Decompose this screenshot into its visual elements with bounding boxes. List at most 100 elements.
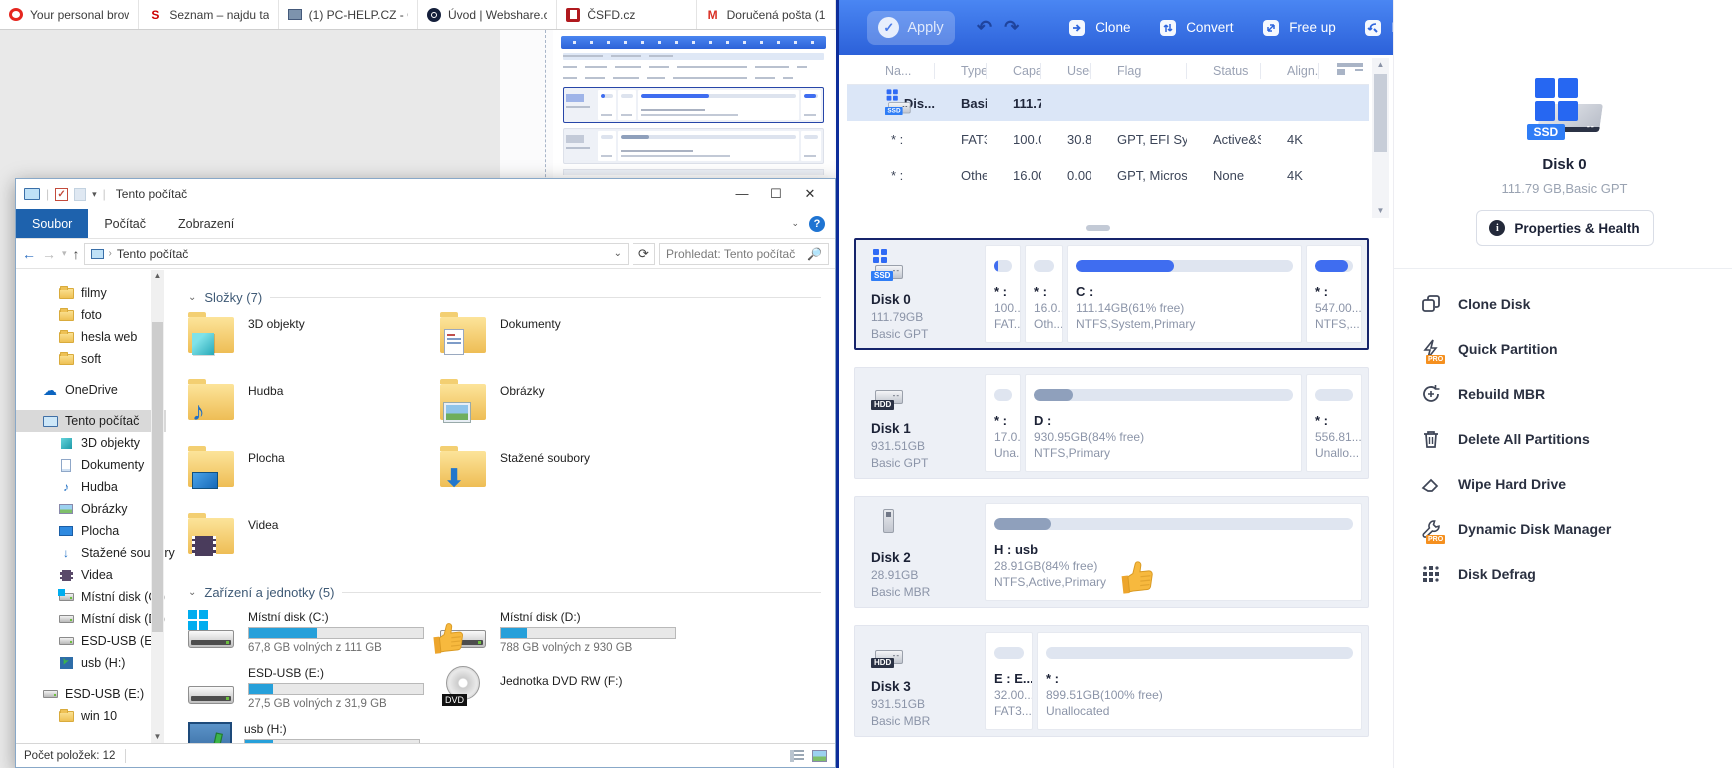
table-row-partition[interactable]: * : Other 16.00... 0.00... GPT, Micros..… (847, 157, 1369, 193)
menu-rebuild-mbr[interactable]: Rebuild MBR (1420, 371, 1732, 416)
scroll-up-icon[interactable]: ▲ (151, 270, 164, 282)
folder-tile-videa[interactable]: Videa (188, 516, 440, 583)
scrollbar-thumb[interactable] (152, 322, 163, 632)
folder-tile-plocha[interactable]: Plocha (188, 449, 440, 516)
nav-item-videa[interactable]: Videa (16, 564, 166, 586)
nav-item-disk-d[interactable]: Místní disk (D:) (16, 608, 166, 630)
partition-cell[interactable]: * : 17.0... Una... (985, 374, 1021, 472)
devices-group-header[interactable]: ⌄ Zařízení a jednotky (5) (188, 585, 835, 600)
nav-item-esd-usb-e-device[interactable]: ESD-USB (E:) (16, 683, 166, 705)
tab-soubor[interactable]: Soubor (16, 209, 88, 238)
disk3-box[interactable]: HDD Disk 3 931.51GB Basic MBR E : E... 3… (854, 625, 1369, 737)
undo-button[interactable]: ↶ (977, 17, 992, 38)
browser-tab[interactable]: ČSFD.cz (557, 0, 696, 29)
menu-clone-disk[interactable]: Clone Disk (1420, 281, 1732, 326)
scroll-down-icon[interactable]: ▼ (1372, 204, 1389, 218)
folder-tile-stazene-soubory[interactable]: ⬇ Stažené soubory (440, 449, 692, 516)
col-used[interactable]: Used... (1041, 63, 1091, 79)
nav-item-filmy[interactable]: filmy (16, 282, 166, 304)
scroll-down-icon[interactable]: ▼ (151, 731, 164, 743)
nav-item-obrazky[interactable]: Obrázky (16, 498, 166, 520)
table-header[interactable]: Na... Type Capa... Used... Flag Status A… (847, 58, 1369, 85)
clone-button[interactable]: Clone (1067, 18, 1130, 38)
partition-cell-c[interactable]: C : 111.14GB(61% free) NTFS,System,Prima… (1067, 245, 1302, 343)
disk0-box[interactable]: SSD Disk 0 111.79GB Basic GPT * : 100...… (854, 238, 1369, 350)
col-capacity[interactable]: Capa... (987, 63, 1041, 79)
col-flag[interactable]: Flag (1091, 63, 1187, 79)
back-button[interactable]: ← (22, 246, 36, 262)
nav-item-plocha[interactable]: Plocha (16, 520, 166, 542)
partition-cell[interactable]: * : 899.51GB(100% free) Unallocated (1037, 632, 1362, 730)
browser-tab[interactable]: (1) PC-HELP.CZ - O... (279, 0, 418, 29)
disk1-box[interactable]: HDD Disk 1 931.51GB Basic GPT * : 17.0..… (854, 367, 1369, 479)
menu-wipe-hard-drive[interactable]: Wipe Hard Drive (1420, 461, 1732, 506)
drive-tile-d[interactable]: Místní disk (D:) 788 GB volných z 930 GB (440, 610, 692, 666)
col-status[interactable]: Status (1187, 63, 1261, 79)
explorer-title-bar[interactable]: | ✓ ▾ | Tento počítač — ☐ ✕ (16, 179, 835, 209)
browser-tab[interactable]: Your personal brow... (0, 0, 139, 29)
partition-cell[interactable]: * : 556.81... Unallo... (1306, 374, 1362, 472)
partition-cell-h[interactable]: H : usb 28.91GB(84% free) NTFS,Active,Pr… (985, 503, 1362, 601)
nav-item-hudba[interactable]: ♪Hudba (16, 476, 166, 498)
folder-tile-dokumenty[interactable]: Dokumenty (440, 315, 692, 382)
address-bar[interactable]: › Tento počítač ⌄ (84, 243, 629, 265)
folders-group-header[interactable]: ⌄ Složky (7) (188, 290, 835, 305)
browser-tab[interactable]: S Seznam – najdu ta... (139, 0, 278, 29)
scrollbar-thumb[interactable] (1374, 74, 1387, 152)
partition-cell-d[interactable]: D : 930.95GB(84% free) NTFS,Primary (1025, 374, 1302, 472)
browser-tab[interactable]: Úvod | Webshare.cz... (418, 0, 557, 29)
new-folder-quick-icon[interactable] (74, 188, 86, 201)
customize-toolbar-caret[interactable]: ▾ (92, 189, 97, 200)
menu-disk-defrag[interactable]: Disk Defrag (1420, 551, 1732, 596)
menu-delete-all-partitions[interactable]: Delete All Partitions (1420, 416, 1732, 461)
tab-pocitac[interactable]: Počítač (88, 209, 162, 238)
nav-item-stazene-soubory[interactable]: ↓Stažené soubory (16, 542, 166, 564)
nav-item-win-10[interactable]: win 10 (16, 705, 166, 727)
details-view-icon[interactable] (790, 750, 804, 762)
nav-item-disk-c[interactable]: Místní disk (C:) (16, 586, 166, 608)
table-scrollbar[interactable]: ▲ ▼ (1372, 58, 1389, 218)
table-row-partition[interactable]: * : FAT32 100.0... 30.80... GPT, EFI Sys… (847, 121, 1369, 157)
nav-item-soft[interactable]: soft (16, 348, 166, 370)
nav-item-3d-objekty[interactable]: 3D objekty (16, 432, 166, 454)
nav-item-tento-pocitac[interactable]: Tento počítač (16, 410, 166, 432)
nav-scrollbar[interactable]: ▲ ▼ (151, 270, 164, 743)
nav-item-onedrive[interactable]: ☁OneDrive (16, 379, 166, 401)
address-dropdown-caret[interactable]: ⌄ (614, 248, 622, 259)
maximize-button[interactable]: ☐ (759, 186, 793, 202)
drive-tile-e[interactable]: ESD-USB (E:) 27,5 GB volných z 31,9 GB (188, 666, 440, 722)
partition-cell[interactable]: * : 100.... FAT... (985, 245, 1021, 343)
drive-tile-f-dvd[interactable]: DVD Jednotka DVD RW (F:) (440, 666, 692, 722)
scroll-up-icon[interactable]: ▲ (1372, 58, 1389, 72)
nav-item-usb-h[interactable]: usb (H:) (16, 652, 166, 674)
free-up-button[interactable]: Free up (1261, 18, 1336, 38)
col-align[interactable]: Align... (1261, 63, 1319, 79)
history-caret[interactable]: ▾ (62, 248, 67, 259)
disk2-box[interactable]: Disk 2 28.91GB Basic MBR H : usb 28.91GB… (854, 496, 1369, 608)
up-button[interactable]: ↑ (73, 246, 80, 262)
tab-zobrazeni[interactable]: Zobrazení (162, 209, 250, 238)
partition-cell[interactable]: * : 547.00... NTFS,... (1306, 245, 1362, 343)
folder-tile-obrazky[interactable]: Obrázky (440, 382, 692, 449)
ribbon-collapse-chevron[interactable]: ⌄ (791, 218, 799, 229)
properties-quick-icon[interactable]: ✓ (55, 188, 68, 201)
redo-button[interactable]: ↷ (1004, 17, 1019, 38)
breadcrumb[interactable]: Tento počítač (117, 247, 188, 261)
refresh-button[interactable]: ⟳ (633, 243, 655, 265)
folder-tile-hudba[interactable]: ♪ Hudba (188, 382, 440, 449)
pane-splitter-handle[interactable] (1086, 225, 1110, 231)
thumbnail-view-icon[interactable] (812, 750, 827, 762)
drive-tile-h-usb[interactable]: usb (H:) 24,3 GB volných z 28,9 GB (188, 722, 440, 743)
partition-cell-e[interactable]: E : E... 32.00... FAT3... (985, 632, 1033, 730)
col-name[interactable]: Na... (847, 63, 935, 79)
apply-button[interactable]: ✓ Apply (867, 11, 955, 45)
table-row-disk0[interactable]: SSDDis... Basi... 111.79... (847, 85, 1369, 121)
nav-item-hesla-web[interactable]: hesla web (16, 326, 166, 348)
menu-quick-partition[interactable]: PRO Quick Partition (1420, 326, 1732, 371)
partition-cell[interactable]: * : 16.0... Oth... (1025, 245, 1063, 343)
nav-item-esd-usb-e[interactable]: ESD-USB (E:) (16, 630, 166, 652)
browser-tab[interactable]: M Doručená pošta (13... (697, 0, 836, 29)
properties-health-button[interactable]: i Properties & Health (1476, 210, 1654, 246)
forward-button[interactable]: → (42, 246, 56, 262)
drive-tile-c[interactable]: Místní disk (C:) 67,8 GB volných z 111 G… (188, 610, 440, 666)
